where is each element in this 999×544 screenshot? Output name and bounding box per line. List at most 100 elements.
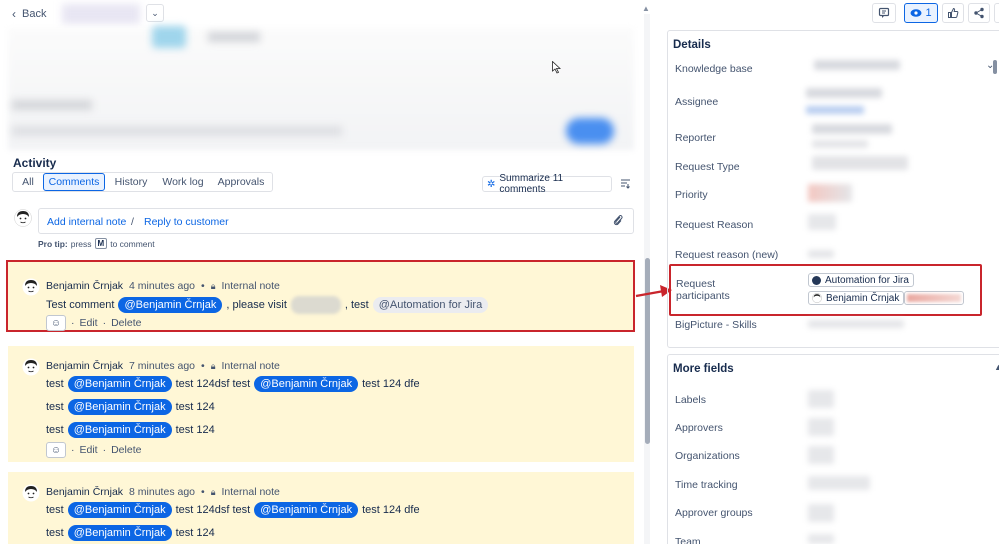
field-value-knowledge-base[interactable]: [814, 60, 900, 70]
blurred-text-line: [12, 126, 342, 136]
more-actions-button[interactable]: [994, 3, 999, 23]
comment-line: test @Benjamin Črnjak test 124: [46, 399, 215, 415]
user-mention[interactable]: @Benjamin Črnjak: [67, 525, 172, 541]
user-mention[interactable]: @Benjamin Črnjak: [67, 422, 172, 438]
delete-comment-link[interactable]: Delete: [111, 444, 141, 456]
field-value-bigpicture-skills[interactable]: [808, 320, 904, 328]
edit-comment-link[interactable]: Edit: [80, 444, 98, 456]
chevron-down-icon[interactable]: ⌄: [986, 60, 994, 71]
field-value-request-type[interactable]: [812, 156, 908, 170]
vote-button[interactable]: [942, 3, 964, 23]
smiley-icon: ☺: [50, 317, 62, 329]
tab-work-log[interactable]: Work log: [158, 173, 208, 191]
sort-order-button[interactable]: [620, 178, 631, 192]
comment-header: Benjamin Črnjak 4 minutes ago • 🔒︎ Inter…: [46, 280, 280, 292]
summarize-label: Summarize 11 comments: [499, 173, 564, 195]
edit-comment-link[interactable]: Edit: [80, 317, 98, 329]
comment-author[interactable]: Benjamin Črnjak: [46, 280, 123, 292]
summarize-comments-button[interactable]: ✲ Summarize 11 comments: [482, 173, 612, 195]
field-value-reporter[interactable]: [812, 124, 892, 134]
participant-chip[interactable]: Benjamin Črnjak: [808, 291, 905, 305]
add-reaction-button[interactable]: ☺: [46, 442, 66, 458]
user-mention[interactable]: @Benjamin Črnjak: [118, 297, 223, 313]
field-label-team: Team: [675, 536, 701, 544]
thumbs-up-icon: [948, 7, 959, 18]
feedback-button[interactable]: [872, 3, 896, 23]
attachment-icon[interactable]: [612, 214, 623, 226]
comment-text: , please visit: [226, 299, 287, 311]
field-label-time-tracking: Time tracking: [675, 479, 738, 491]
watch-button[interactable]: 1: [904, 3, 938, 23]
field-value-labels[interactable]: [808, 390, 834, 408]
reply-to-customer-link[interactable]: Reply to customer: [144, 216, 229, 228]
mouse-cursor-icon: [552, 61, 561, 74]
field-value-assignee[interactable]: [806, 88, 882, 98]
blurred-attachment-title: [208, 32, 260, 42]
comment-line: test @Benjamin Črnjak test 124: [46, 422, 215, 438]
user-mention[interactable]: @Automation for Jira: [372, 297, 489, 313]
blurred-participant-chip[interactable]: [904, 291, 964, 305]
add-reaction-button[interactable]: ☺: [46, 315, 66, 331]
details-title[interactable]: Details: [673, 39, 711, 51]
more-fields-title[interactable]: More fields: [673, 363, 734, 375]
tab-approvals[interactable]: Approvals: [214, 173, 268, 191]
participant-chip[interactable]: Automation for Jira: [808, 273, 914, 287]
tab-comments[interactable]: Comments: [43, 173, 105, 191]
share-icon: [974, 7, 984, 19]
activity-title: Activity: [13, 156, 57, 170]
lock-icon: 🔒︎: [210, 360, 216, 371]
comment-text: test 124: [175, 401, 215, 413]
comment-text: test 124dsf test: [175, 378, 251, 390]
field-label-labels: Labels: [675, 394, 706, 406]
comment-text: test 124dsf test: [175, 504, 251, 516]
chevron-up-icon[interactable]: ▲: [994, 362, 999, 372]
comment-time[interactable]: 7 minutes ago: [129, 360, 195, 372]
user-mention[interactable]: @Benjamin Črnjak: [67, 502, 172, 518]
automation-avatar-icon: [812, 275, 821, 285]
add-internal-note-link[interactable]: Add internal note: [47, 216, 126, 228]
field-value-assignee-link[interactable]: [806, 106, 864, 114]
composer-separator: /: [131, 216, 134, 228]
comment-text: test 124: [175, 424, 215, 436]
field-label-request-participants: participants: [676, 290, 730, 302]
main-scroll-up-icon[interactable]: ▲: [642, 4, 650, 13]
chevron-left-icon: ‹: [12, 7, 16, 21]
comment-time[interactable]: 8 minutes ago: [129, 486, 195, 498]
comment-line: test @Benjamin Črnjak test 124: [46, 525, 215, 541]
user-avatar-icon: [812, 293, 822, 303]
field-value-approvers[interactable]: [808, 418, 834, 436]
comment-author[interactable]: Benjamin Črnjak: [46, 486, 123, 498]
chevron-down-icon: ⌄: [151, 7, 159, 18]
field-value-organizations[interactable]: [808, 446, 834, 464]
author-avatar: [22, 358, 40, 376]
field-value-team[interactable]: [808, 534, 834, 544]
field-value-approver-groups[interactable]: [808, 504, 834, 522]
comment-line: test @Benjamin Črnjak test 124dsf test @…: [46, 376, 420, 392]
tab-all[interactable]: All: [16, 173, 40, 191]
share-button[interactable]: [968, 3, 990, 23]
back-link[interactable]: ‹ Back: [12, 7, 46, 21]
smiley-icon: ☺: [50, 444, 62, 456]
field-value-time-tracking[interactable]: [808, 476, 870, 490]
comment-text: test 124 dfe: [362, 378, 420, 390]
comment-composer[interactable]: [38, 208, 634, 234]
comment-author[interactable]: Benjamin Črnjak: [46, 360, 123, 372]
user-mention[interactable]: @Benjamin Črnjak: [67, 399, 172, 415]
comment-header: Benjamin Črnjak 7 minutes ago • 🔒︎ Inter…: [46, 360, 280, 372]
user-mention[interactable]: @Benjamin Črnjak: [67, 376, 172, 392]
user-mention[interactable]: @Benjamin Črnjak: [254, 502, 359, 518]
field-label-priority: Priority: [675, 189, 708, 201]
user-mention[interactable]: @Benjamin Črnjak: [254, 376, 359, 392]
delete-comment-link[interactable]: Delete: [111, 317, 141, 329]
field-value-request-reason[interactable]: [808, 214, 836, 230]
field-label-organizations: Organizations: [675, 450, 740, 462]
back-label: Back: [22, 8, 47, 20]
field-value-request-reason-new[interactable]: [808, 250, 834, 258]
comment-time[interactable]: 4 minutes ago: [129, 280, 195, 292]
shortcut-key: M: [94, 238, 108, 249]
field-label-knowledge-base: Knowledge base: [675, 63, 753, 75]
blurred-link: [290, 296, 341, 314]
breadcrumb-dropdown-button[interactable]: ⌄: [146, 4, 164, 22]
field-value-priority[interactable]: [808, 184, 852, 202]
tab-history[interactable]: History: [110, 173, 152, 191]
